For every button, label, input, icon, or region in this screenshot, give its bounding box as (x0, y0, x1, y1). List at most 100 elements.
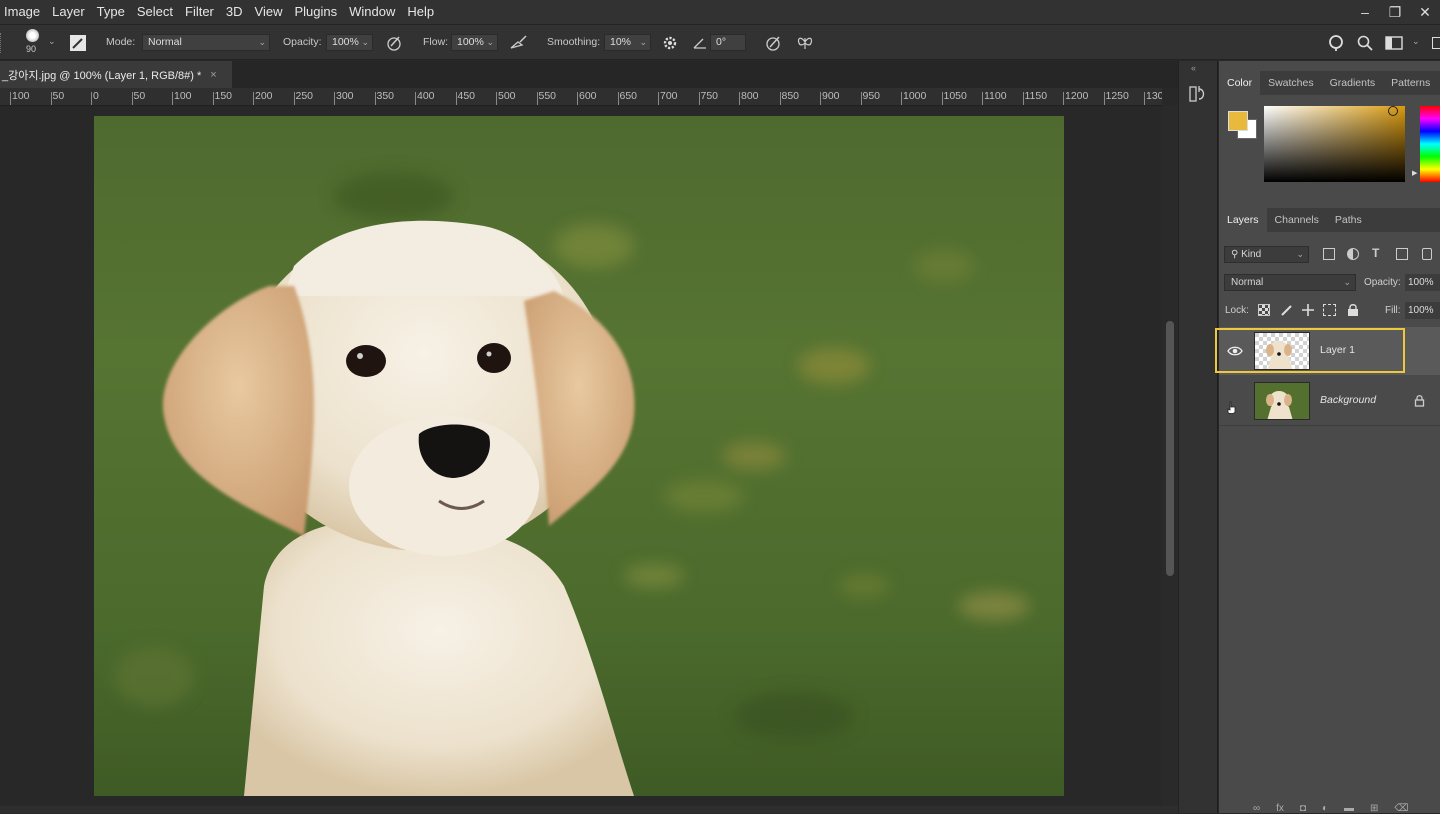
ruler-tick (496, 92, 497, 105)
horizontal-ruler[interactable]: 100 50 0 50 100 150 200 250 300 350 400 450 500 550 60… (0, 88, 1162, 106)
flow-input[interactable]: 100% ⌄ (451, 34, 498, 51)
menu-plugins[interactable]: Plugins (288, 0, 343, 24)
ruler-tick-label: 500 (498, 90, 516, 102)
ruler-tick (253, 92, 254, 105)
ruler-tick-label: 350 (376, 90, 395, 102)
tab-swatches[interactable]: Swatches (1260, 71, 1322, 95)
ruler-tick (901, 92, 902, 105)
tab-patterns[interactable]: Patterns (1383, 71, 1438, 95)
scrollbar-thumb[interactable] (1166, 321, 1174, 576)
ruler-tick-label: 750 (700, 90, 719, 102)
collapse-panels-icon[interactable]: « (1191, 63, 1196, 73)
ruler-tick-label: 250 (295, 90, 314, 102)
adjustment-layer-icon[interactable]: ◐ (1322, 803, 1328, 814)
layer-row-layer-1[interactable]: Layer 1 (1215, 327, 1440, 375)
hue-marker-icon: ▶ (1412, 170, 1418, 177)
lock-icon[interactable] (1414, 394, 1425, 407)
ruler-tick-label: 100 (174, 90, 192, 102)
brush-settings-panel-icon[interactable] (68, 33, 88, 53)
workspace-icon[interactable] (1384, 33, 1404, 53)
document-tab[interactable]: _강아지.jpg @ 100% (Layer 1, RGB/8#) * × (0, 61, 232, 88)
opacity-value: 100% (332, 36, 359, 48)
delete-layer-icon[interactable]: ⌫ (1394, 803, 1408, 814)
symmetry-butterfly-icon[interactable] (795, 33, 815, 53)
ruler-tick-label: 1200 (1065, 90, 1089, 102)
canvas-area[interactable] (0, 106, 1162, 806)
learn-icon[interactable] (1326, 33, 1346, 53)
hue-slider[interactable] (1420, 106, 1440, 182)
menu-window[interactable]: Window (343, 0, 401, 24)
menu-filter[interactable]: Filter (179, 0, 220, 24)
tab-gradients[interactable]: Gradients (1322, 71, 1384, 95)
lock-position-icon[interactable] (1301, 303, 1315, 317)
brush-preset-picker[interactable]: 90 (22, 29, 44, 57)
tab-channels[interactable]: Channels (1267, 208, 1327, 232)
color-field[interactable] (1264, 106, 1405, 182)
ruler-tick-label: 900 (822, 90, 840, 102)
layer-row-background[interactable]: Background (1219, 377, 1440, 425)
filter-shape-icon[interactable] (1396, 248, 1408, 260)
pressure-opacity-icon[interactable] (384, 33, 404, 53)
menu-help[interactable]: Help (401, 0, 440, 24)
ruler-tick (617, 92, 619, 105)
smoothing-input[interactable]: 10% ⌄ (604, 34, 651, 51)
color-picker-cursor[interactable] (1388, 106, 1398, 116)
ruler-tick-label: 50 (133, 90, 146, 102)
lock-artboard-icon[interactable] (1323, 304, 1336, 316)
layer-style-fx-icon[interactable]: fx (1276, 803, 1284, 814)
new-layer-icon[interactable]: ⊞ (1370, 803, 1378, 814)
share-icon[interactable] (1432, 37, 1440, 49)
pressure-size-icon[interactable] (763, 33, 783, 53)
tab-color[interactable]: Color (1219, 71, 1261, 95)
layers-panel-tabs: Layers Channels Paths (1219, 208, 1440, 232)
menu-layer[interactable]: Layer (46, 0, 91, 24)
search-icon[interactable] (1355, 33, 1375, 53)
visibility-eye-icon[interactable] (1227, 343, 1243, 359)
document-canvas[interactable] (94, 116, 1064, 796)
airbrush-icon[interactable] (508, 33, 528, 53)
chevron-down-icon: ⌄ (1296, 249, 1304, 259)
menu-3d[interactable]: 3D (220, 0, 249, 24)
menu-view[interactable]: View (249, 0, 289, 24)
link-layers-icon[interactable]: ∞ (1253, 803, 1260, 814)
close-window-button[interactable]: ✕ (1410, 4, 1440, 21)
opacity-label: Opacity: (283, 36, 322, 48)
lock-all-icon[interactable] (1347, 303, 1359, 317)
opacity-input[interactable]: 100% ⌄ (326, 34, 373, 51)
lock-image-pixels-icon[interactable] (1280, 303, 1294, 317)
new-group-icon[interactable]: ▬ (1344, 803, 1354, 814)
ruler-tick-label: 850 (781, 90, 800, 102)
filter-smart-object-icon[interactable] (1422, 248, 1432, 260)
chevron-down-icon[interactable]: ⌄ (1412, 36, 1420, 47)
flow-label: Flow: (423, 36, 449, 48)
lock-transparent-pixels-icon[interactable] (1258, 304, 1270, 316)
mode-dropdown[interactable]: Normal ⌄ (142, 34, 270, 51)
filter-adjustment-icon[interactable] (1347, 248, 1359, 260)
menu-type[interactable]: Type (91, 0, 131, 24)
menu-image[interactable]: Image (0, 0, 46, 24)
tab-paths[interactable]: Paths (1327, 208, 1370, 232)
filter-type-icon[interactable]: T (1372, 246, 1379, 260)
layer-name: Layer 1 (1320, 344, 1356, 356)
angle-input[interactable]: 0° (710, 34, 746, 51)
search-icon: ⚲ (1231, 249, 1239, 260)
add-mask-icon[interactable]: ◘ (1300, 803, 1306, 814)
ruler-tick-label: 650 (619, 90, 638, 102)
filter-pixel-icon[interactable] (1323, 248, 1335, 260)
tab-layers[interactable]: Layers (1219, 208, 1267, 232)
ruler-tick (698, 92, 700, 105)
fill-input[interactable]: 100% (1405, 302, 1440, 319)
restore-button[interactable]: ❐ (1380, 4, 1410, 21)
blend-mode-dropdown[interactable]: Normal ⌄ (1224, 274, 1356, 291)
vertical-scrollbar[interactable] (1162, 106, 1178, 806)
history-icon[interactable] (1189, 83, 1207, 105)
layer-opacity-input[interactable]: 100% (1405, 274, 1440, 291)
close-tab-icon[interactable]: × (210, 69, 216, 81)
foreground-color-swatch[interactable] (1228, 111, 1248, 131)
menu-select[interactable]: Select (131, 0, 179, 24)
smoothing-settings-gear-icon[interactable] (660, 33, 680, 53)
minimize-button[interactable]: – (1350, 4, 1380, 20)
ruler-tick (739, 92, 740, 105)
layer-filter-dropdown[interactable]: ⚲ Kind ⌄ (1224, 246, 1309, 263)
chevron-down-icon[interactable]: ⌄ (48, 36, 56, 47)
